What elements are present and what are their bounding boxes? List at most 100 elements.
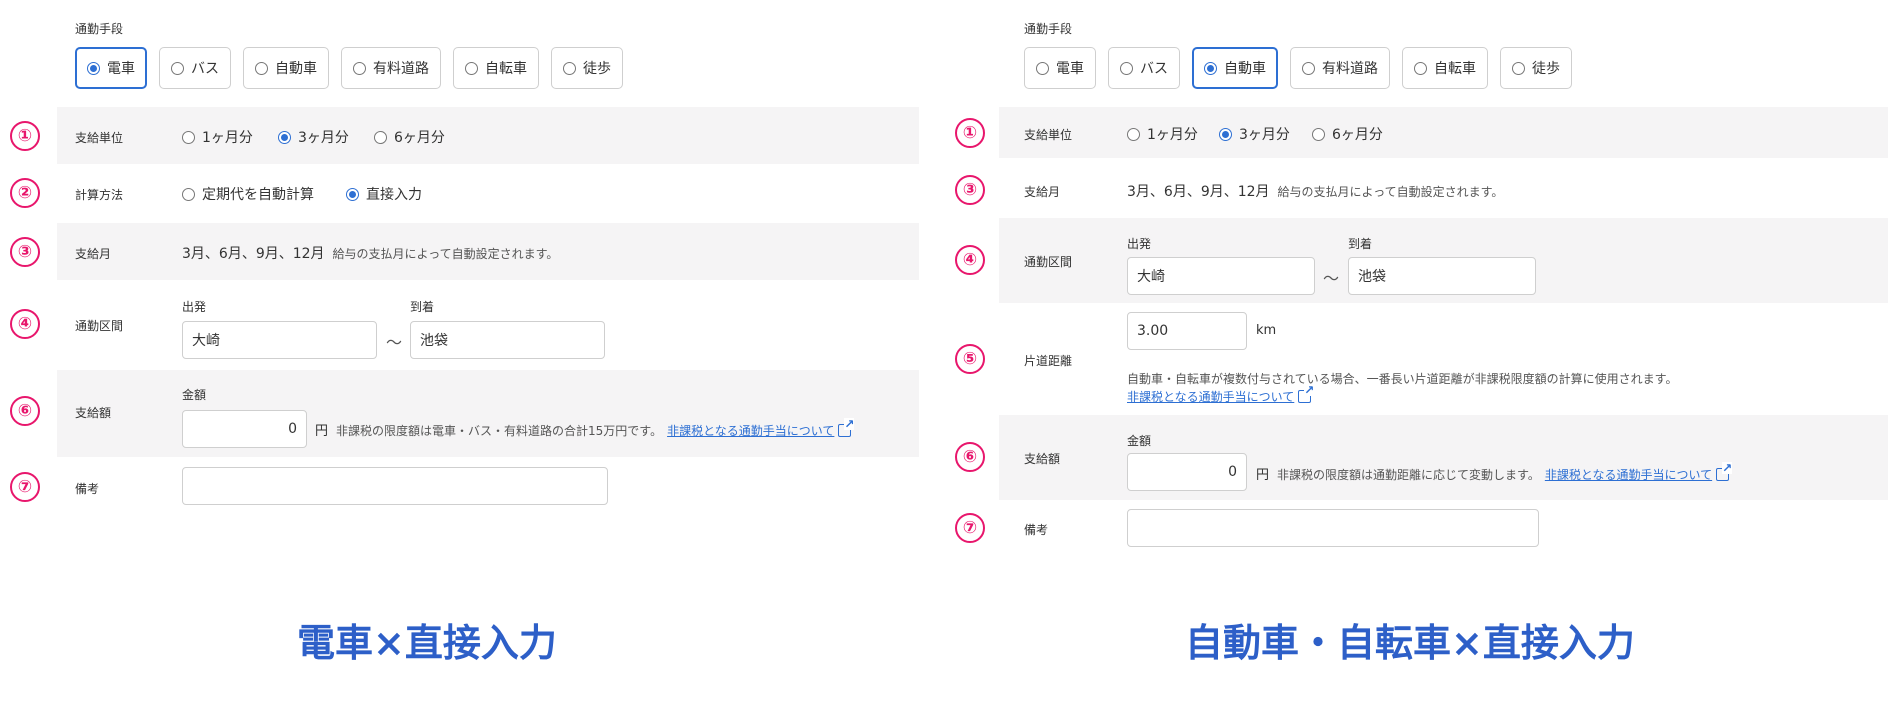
distance-note: 自動車・自転車が複数付与されている場合、一番長い片道距離が非課税限度額の計算に使…	[1127, 372, 1678, 386]
yen-unit: 円	[315, 424, 329, 439]
mode-walk-option[interactable]: 徒歩	[1500, 47, 1572, 89]
radio-icon	[374, 130, 387, 144]
pay-month-text: 3月、6月、9月、12月	[182, 246, 325, 262]
radio-selected-icon	[346, 187, 359, 201]
radio-selected-icon	[1219, 127, 1232, 141]
route-label: 通勤区間	[1024, 255, 1073, 269]
pay-unit-6month[interactable]: 6ヶ月分	[374, 127, 445, 147]
radio-icon	[255, 61, 268, 75]
calc-method-direct[interactable]: 直接入力	[346, 184, 422, 204]
pay-unit-label: 支給単位	[75, 131, 124, 145]
tax-exempt-link[interactable]: 非課税となる通勤手当について	[667, 424, 834, 438]
distance-input[interactable]: 3.00	[1127, 312, 1247, 350]
badge-1: ①	[10, 121, 40, 151]
calc-method-label: 計算方法	[75, 188, 124, 202]
badge-1: ①	[955, 118, 985, 148]
radio-icon	[1127, 127, 1140, 141]
pay-unit-label: 支給単位	[1024, 128, 1073, 142]
pay-month-value: 3月、6月、9月、12月 給与の支払月によって自動設定されます。	[1127, 181, 1503, 201]
badge-4: ④	[10, 309, 40, 339]
departure-input[interactable]: 大崎	[182, 321, 377, 359]
distance-label: 片道距離	[1024, 354, 1073, 368]
mode-car-option[interactable]: 自動車	[1192, 47, 1278, 89]
commute-method-options: 電車 バス 自動車 有料道路 自転車 徒歩	[1024, 47, 1572, 89]
left-caption: 電車×直接入力	[297, 621, 557, 665]
route-label: 通勤区間	[75, 319, 124, 333]
pay-month-label: 支給月	[1024, 185, 1061, 199]
pay-unit-1month[interactable]: 1ヶ月分	[182, 127, 253, 147]
pay-unit-1month[interactable]: 1ヶ月分	[1127, 124, 1198, 144]
radio-icon	[563, 61, 576, 75]
mode-walk-option[interactable]: 徒歩	[551, 47, 623, 89]
departure-label: 出発	[182, 300, 207, 314]
radio-icon	[182, 187, 195, 201]
badge-2: ②	[10, 178, 40, 208]
departure-input[interactable]: 大崎	[1127, 257, 1315, 295]
radio-selected-icon	[1204, 61, 1217, 75]
remarks-label: 備考	[75, 482, 100, 496]
mode-label: バス	[191, 61, 219, 77]
radio-icon	[1120, 61, 1133, 75]
option-label: 3ヶ月分	[1239, 127, 1290, 143]
radio-icon	[353, 61, 366, 75]
amount-label: 支給額	[75, 406, 112, 420]
badge-7: ⑦	[10, 472, 40, 502]
external-link-icon[interactable]	[1298, 384, 1315, 403]
radio-icon	[1414, 61, 1427, 75]
mode-label: 有料道路	[373, 61, 429, 77]
tax-exempt-link[interactable]: 非課税となる通勤手当について	[1127, 390, 1294, 404]
radio-icon	[465, 61, 478, 75]
commute-method-options: 電車 バス 自動車 有料道路 自転車 徒歩	[75, 47, 623, 89]
mode-label: 自動車	[1224, 61, 1266, 77]
mode-label: バス	[1140, 61, 1168, 77]
mode-label: 自転車	[1434, 61, 1476, 77]
pay-unit-3month[interactable]: 3ヶ月分	[1219, 124, 1290, 144]
mode-bus-option[interactable]: バス	[1108, 47, 1180, 89]
radio-icon	[182, 130, 195, 144]
mode-toll-road-option[interactable]: 有料道路	[1290, 47, 1390, 89]
amount-input[interactable]: 0	[1127, 453, 1247, 491]
mode-bicycle-option[interactable]: 自転車	[453, 47, 539, 89]
badge-3: ③	[955, 175, 985, 205]
external-link-icon[interactable]	[1716, 462, 1733, 481]
pay-month-note: 給与の支払月によって自動設定されます。	[332, 247, 559, 261]
arrival-input[interactable]: 池袋	[1348, 257, 1536, 295]
amount-field-label: 金額	[182, 388, 207, 402]
mode-bicycle-option[interactable]: 自転車	[1402, 47, 1488, 89]
external-link-icon[interactable]	[838, 418, 855, 437]
arrival-input[interactable]: 池袋	[410, 321, 605, 359]
radio-icon	[171, 61, 184, 75]
badge-5: ⑤	[955, 344, 985, 374]
remarks-input[interactable]	[1127, 509, 1539, 547]
distance-unit: km	[1256, 323, 1277, 338]
mode-label: 電車	[1056, 61, 1084, 77]
route-tilde: 〜	[386, 333, 403, 352]
amount-input[interactable]: 0	[182, 410, 307, 448]
pay-unit-3month[interactable]: 3ヶ月分	[278, 127, 349, 147]
tax-exempt-link[interactable]: 非課税となる通勤手当について	[1545, 468, 1712, 482]
mode-bus-option[interactable]: バス	[159, 47, 231, 89]
route-tilde: 〜	[1323, 269, 1340, 288]
amount-label: 支給額	[1024, 452, 1061, 466]
yen-unit: 円	[1256, 468, 1270, 483]
amount-field-label: 金額	[1127, 434, 1152, 448]
remarks-label: 備考	[1024, 523, 1049, 537]
pay-month-value: 3月、6月、9月、12月 給与の支払月によって自動設定されます。	[182, 243, 558, 263]
radio-icon	[1312, 127, 1325, 141]
remarks-input[interactable]	[182, 467, 608, 505]
radio-selected-icon	[87, 61, 100, 75]
calc-method-auto[interactable]: 定期代を自動計算	[182, 184, 314, 204]
badge-3: ③	[10, 237, 40, 267]
mode-label: 有料道路	[1322, 61, 1378, 77]
mode-train-option[interactable]: 電車	[1024, 47, 1096, 89]
pay-month-note: 給与の支払月によって自動設定されます。	[1277, 185, 1504, 199]
mode-car-option[interactable]: 自動車	[243, 47, 329, 89]
amount-note: 非課税の限度額は通勤距離に応じて変動します。	[1277, 468, 1540, 482]
option-label: 直接入力	[366, 187, 422, 203]
mode-toll-road-option[interactable]: 有料道路	[341, 47, 441, 89]
radio-icon	[1036, 61, 1049, 75]
radio-selected-icon	[278, 130, 291, 144]
pay-unit-6month[interactable]: 6ヶ月分	[1312, 124, 1383, 144]
pay-month-label: 支給月	[75, 247, 112, 261]
mode-train-option[interactable]: 電車	[75, 47, 147, 89]
